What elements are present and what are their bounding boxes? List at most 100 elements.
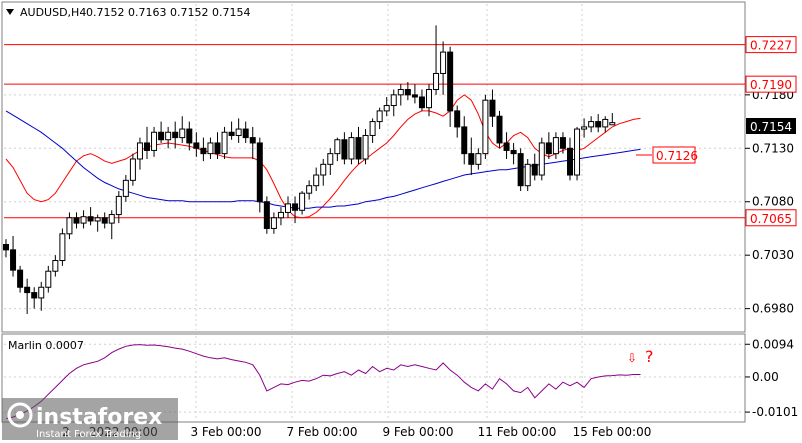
candle-body <box>376 110 383 123</box>
candle-body <box>306 185 313 194</box>
candle-body <box>17 269 24 288</box>
candle-body <box>418 96 425 109</box>
candle-body <box>390 94 397 107</box>
candle-body <box>38 286 45 299</box>
candle-body <box>588 121 595 128</box>
down-arrow-icon: ⇩ <box>627 351 637 365</box>
indicator-y-ticks: 0.0094 0.00 -0.0101 <box>745 337 798 419</box>
candle-body <box>313 174 320 187</box>
level-label: 0.7065 <box>750 212 792 226</box>
candle-body <box>426 89 432 109</box>
candle-body <box>108 214 115 224</box>
candle-body <box>447 51 454 112</box>
candle-body <box>574 128 581 176</box>
candle-body <box>581 126 588 130</box>
candle-body <box>207 142 214 155</box>
candle-body <box>221 131 228 155</box>
candle-body <box>45 270 52 288</box>
watermark-tagline: Instant Forex Trading <box>36 429 141 440</box>
ohlc-values: 0.7152 0.7163 0.7152 0.7154 <box>86 6 250 19</box>
candle-body <box>567 147 573 176</box>
watermark-brand: instaforex <box>36 405 162 430</box>
candle-body <box>327 153 334 165</box>
candle-body <box>475 153 482 165</box>
watermark-logo: instaforex Instant Forex Trading <box>2 398 178 440</box>
candle-body <box>214 142 221 155</box>
candle-body <box>94 217 101 222</box>
candle-body <box>602 118 609 128</box>
candle-body <box>122 179 129 197</box>
candle-body <box>397 89 404 96</box>
candle-body <box>454 110 461 128</box>
candle-body <box>440 51 447 74</box>
candle-body <box>510 149 517 155</box>
candle-body <box>179 128 186 139</box>
level-label: 0.7227 <box>750 39 792 53</box>
candle-body <box>10 249 17 271</box>
annotation-value: 0.7126 <box>656 149 698 163</box>
candle-body <box>595 121 602 128</box>
candle <box>538 137 545 181</box>
indicator-y-tick-label: 0.00 <box>752 370 779 384</box>
x-tick-label: 15 Feb 00:00 <box>573 425 652 439</box>
candle-body <box>503 142 510 151</box>
candle <box>263 196 270 234</box>
candle-body <box>235 128 242 136</box>
candle-body <box>348 137 355 160</box>
candle-body <box>165 131 172 141</box>
candle-body <box>200 147 207 155</box>
candle-body <box>52 260 59 272</box>
candle-body <box>461 126 468 155</box>
candle-body <box>433 72 440 91</box>
candle-body <box>609 122 616 126</box>
candle <box>496 110 503 149</box>
candle-body <box>228 131 235 136</box>
y-tick-label: 0.7080 <box>752 195 794 209</box>
candle-body <box>73 217 80 224</box>
x-tick-label: 7 Feb 00:00 <box>286 425 357 439</box>
candle-body <box>151 131 158 151</box>
candle-body <box>341 139 348 160</box>
x-tick-label: 9 Feb 00:00 <box>382 425 453 439</box>
candle-body <box>144 142 150 151</box>
candle-body <box>362 134 369 160</box>
current-price-label: 0.7154 <box>750 120 792 134</box>
candle-body <box>270 217 277 229</box>
main-panel <box>1 1 746 333</box>
candle-body <box>285 203 291 213</box>
candle-body <box>320 163 327 176</box>
candle-body <box>517 153 524 187</box>
candle-body <box>66 217 73 235</box>
candle-body <box>3 243 9 251</box>
price-chart: AUDUSD,H4 0.7152 0.7163 0.7152 0.7154 Ma… <box>1 1 798 440</box>
candle-body <box>242 128 249 139</box>
symbol-label: AUDUSD,H4 <box>20 6 86 19</box>
candle-body <box>411 94 418 98</box>
candle-body <box>24 286 31 294</box>
candle-body <box>334 139 341 155</box>
candle-body <box>489 99 496 117</box>
indicator-title: Marlin 0.0007 <box>8 339 84 352</box>
level-label: 0.7190 <box>750 78 792 92</box>
candle-body <box>292 203 299 211</box>
candle-body <box>87 216 94 222</box>
candle <box>482 94 489 159</box>
candle-body <box>193 142 200 149</box>
candle-body <box>256 142 263 203</box>
indicator-y-tick-label: -0.0101 <box>752 405 798 419</box>
candle-body <box>186 128 193 144</box>
candle-body <box>31 292 38 299</box>
y-tick-label: 0.6980 <box>752 302 794 316</box>
candle-body <box>524 163 531 187</box>
candle-body <box>249 137 256 144</box>
candle-body <box>545 142 552 155</box>
candle-body <box>559 137 566 149</box>
candle-body <box>531 163 538 176</box>
candle <box>59 228 66 266</box>
candle-body <box>369 121 376 136</box>
candle-body <box>136 142 143 160</box>
candle-body <box>383 105 390 112</box>
candle <box>256 137 263 213</box>
candle-body <box>496 115 503 144</box>
candle-body <box>263 201 270 229</box>
